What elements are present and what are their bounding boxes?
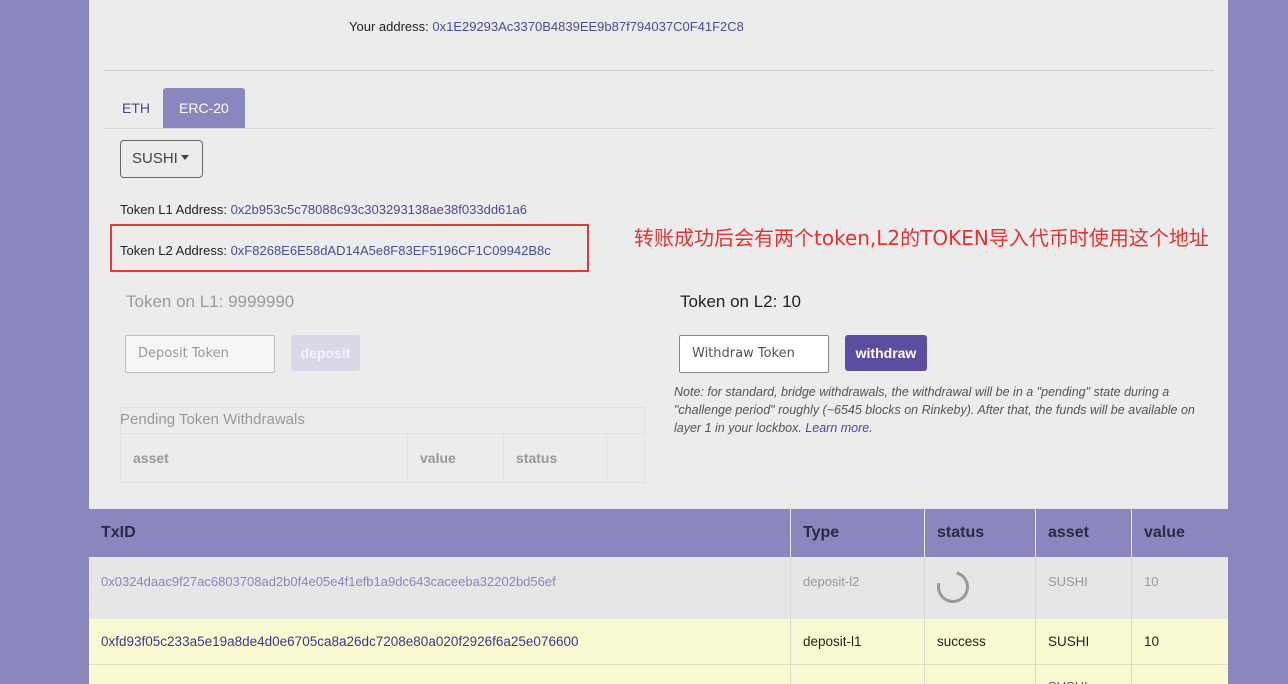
table-row: 0xfd93f05c233a5e19a8de4d0e6705ca8a26dc72…	[89, 619, 1228, 665]
token-l1-label: Token L1 Address:	[120, 202, 231, 217]
your-address-label: Your address:	[349, 19, 433, 34]
row-type: deposit-l1	[791, 619, 925, 664]
token-select-value: SUSHI	[132, 150, 178, 167]
col-type: Type	[791, 509, 925, 557]
transactions-table-header: TxID Type status asset value	[89, 509, 1228, 557]
token-l1-address: Token L1 Address: 0x2b953c5c78088c93c303…	[120, 202, 527, 217]
row-txid[interactable]: 0x0324daac9f27ac6803708ad2b0f4e05e4f1efb…	[89, 557, 791, 619]
deposit-button[interactable]: deposit	[291, 335, 360, 371]
learn-more-link[interactable]: Learn more.	[805, 421, 872, 435]
token-select-dropdown[interactable]: SUSHI	[120, 140, 203, 178]
withdrawal-note-text: Note: for standard, bridge withdrawals, …	[674, 385, 1195, 435]
col-value: value	[1144, 524, 1185, 541]
pending-col-status: status	[504, 434, 607, 483]
withdraw-button[interactable]: withdraw	[845, 335, 927, 371]
row-asset: SUSHI	[1036, 619, 1132, 664]
your-address: Your address: 0x1E29293Ac3370B4839EE9b87…	[349, 19, 744, 34]
loading-spinner-icon	[931, 565, 975, 609]
tab-erc20[interactable]: ERC-20	[163, 88, 245, 128]
asset-tabs: ETH ERC-20	[109, 88, 245, 128]
row-txid[interactable]	[89, 665, 791, 684]
row-status	[925, 665, 1036, 684]
l2-balance: Token on L2: 10	[680, 292, 801, 311]
token-l1-value: 0x2b953c5c78088c93c303293138ae38f033dd61…	[230, 202, 527, 217]
pending-withdrawals-title: Pending Token Withdrawals	[120, 411, 305, 428]
row-value: 10	[1144, 574, 1159, 589]
col-txid: TxID	[89, 509, 791, 557]
pending-table-header: asset value status	[121, 433, 644, 483]
caret-down-icon	[180, 154, 189, 160]
row-type	[791, 665, 925, 684]
table-row: SUSHI	[89, 665, 1228, 684]
row-type: deposit-l2	[791, 557, 925, 619]
bridge-panel: Your address: 0x1E29293Ac3370B4839EE9b87…	[89, 0, 1228, 684]
withdraw-token-input[interactable]: Withdraw Token	[679, 335, 829, 373]
row-txid[interactable]: 0xfd93f05c233a5e19a8de4d0e6705ca8a26dc72…	[89, 619, 791, 664]
token-l2-label: Token L2 Address:	[120, 243, 231, 258]
row-status	[925, 557, 1036, 619]
tabs-divider	[103, 128, 1214, 129]
token-l2-address: Token L2 Address: 0xF8268E6E58dAD14A5e8F…	[120, 243, 551, 258]
table-row: 0x0324daac9f27ac6803708ad2b0f4e05e4f1efb…	[89, 557, 1228, 619]
pending-col-value: value	[408, 434, 504, 483]
row-status: success	[925, 619, 1036, 664]
col-status: status	[925, 509, 1036, 557]
withdrawal-note: Note: for standard, bridge withdrawals, …	[674, 383, 1199, 437]
pending-col-extra	[607, 434, 644, 483]
token-l2-value: 0xF8268E6E58dAD14A5e8F83EF5196CF1C09942B…	[230, 243, 551, 258]
tab-eth[interactable]: ETH	[109, 88, 163, 128]
col-asset: asset	[1036, 509, 1132, 557]
l1-balance: Token on L1: 9999990	[126, 292, 295, 311]
deposit-token-input[interactable]: Deposit Token	[125, 335, 275, 373]
row-value	[1132, 665, 1228, 684]
row-asset: SUSHI	[1036, 557, 1132, 619]
annotation-text: 转账成功后会有两个token,L2的TOKEN导入代币时使用这个地址	[634, 226, 1209, 250]
your-address-value: 0x1E29293Ac3370B4839EE9b87f794037C0F41F2…	[432, 19, 744, 34]
pending-col-asset: asset	[121, 434, 408, 483]
divider	[103, 70, 1214, 71]
row-asset: SUSHI	[1036, 665, 1132, 684]
row-value: 10	[1144, 634, 1160, 649]
